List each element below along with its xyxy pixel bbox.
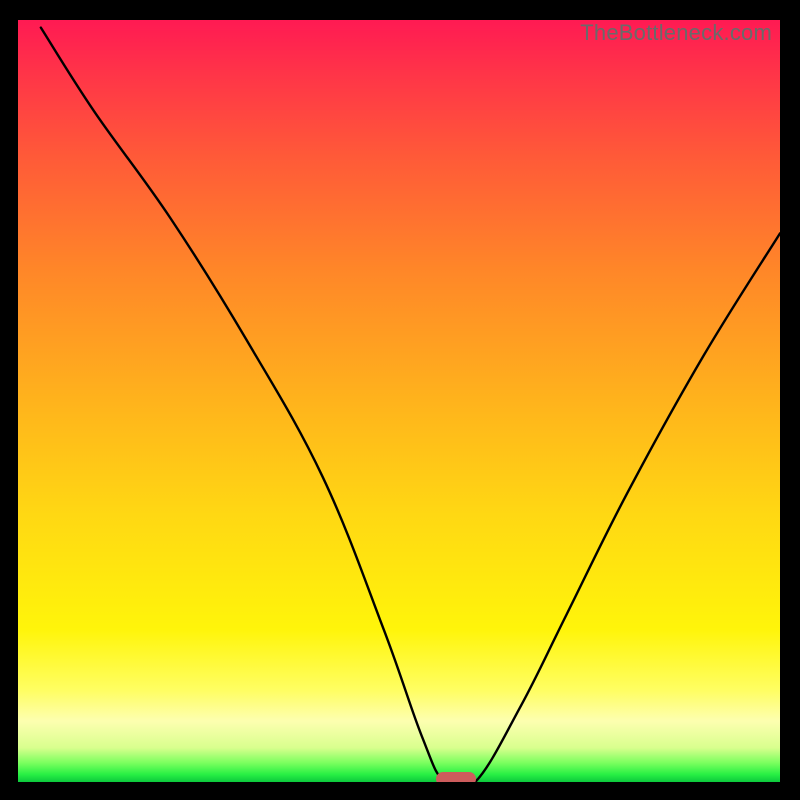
optimal-marker [436,772,476,782]
chart-container: TheBottleneck.com [0,0,800,800]
plot-area: TheBottleneck.com [18,20,780,782]
bottleneck-curve [18,20,780,782]
watermark-text: TheBottleneck.com [580,20,772,46]
